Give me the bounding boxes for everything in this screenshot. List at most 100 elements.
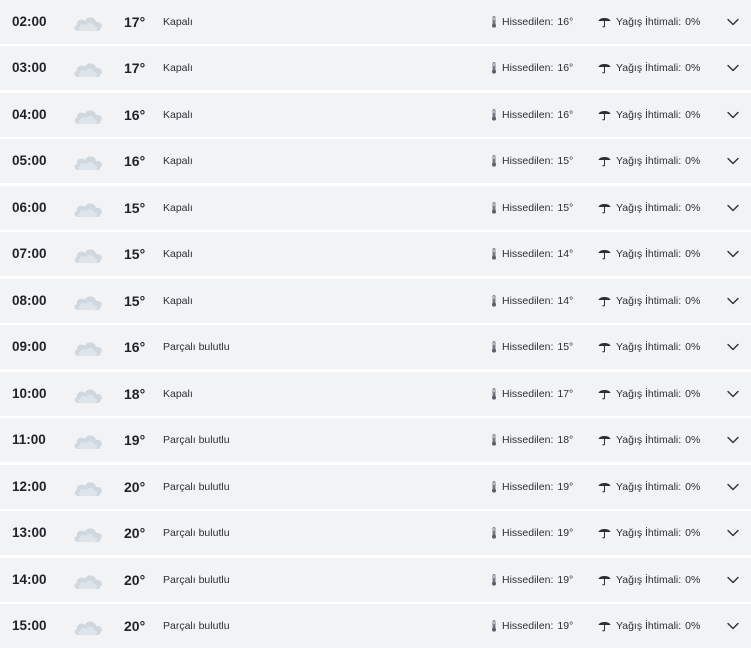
feels-like: Hissedilen: 19° <box>491 511 573 555</box>
hour-time: 06:00 <box>12 200 47 215</box>
cloud-icon <box>74 296 102 310</box>
umbrella-icon <box>598 622 611 632</box>
feels-like-label: Hissedilen: <box>502 109 554 121</box>
umbrella-icon <box>598 529 611 539</box>
umbrella-icon <box>598 204 611 214</box>
hour-temperature: 16° <box>124 153 146 169</box>
thermometer-icon <box>492 341 496 353</box>
hour-temperature: 19° <box>124 432 146 448</box>
chevron-down-icon[interactable] <box>726 573 740 587</box>
chevron-down-icon[interactable] <box>726 15 740 29</box>
hourly-forecast-list: 02:00 17° Kapalı Hissedilen: 16° Yağış İ… <box>0 0 751 648</box>
hourly-row[interactable]: 10:00 18° Kapalı Hissedilen: 17° Yağış İ… <box>0 372 751 416</box>
rain-chance-label: Yağış İhtimali: <box>616 155 682 167</box>
rain-chance-value: 0% <box>685 202 701 214</box>
hour-time: 08:00 <box>12 293 47 308</box>
chevron-down-icon[interactable] <box>726 247 740 261</box>
hourly-row[interactable]: 14:00 20° Parçalı bulutlu Hissedilen: 19° <box>0 558 751 602</box>
chevron-down-icon[interactable] <box>726 340 740 354</box>
hourly-row[interactable]: 15:00 20° Parçalı bulutlu Hissedilen: 19° <box>0 604 751 648</box>
cloud-icon <box>74 482 102 496</box>
feels-like-label: Hissedilen: <box>502 481 554 493</box>
hour-time: 05:00 <box>12 153 47 168</box>
feels-like-label: Hissedilen: <box>502 62 554 74</box>
rain-chance-value: 0% <box>685 434 701 446</box>
feels-like-value: 16° <box>557 16 574 28</box>
rain-chance-label: Yağış İhtimali: <box>616 434 682 446</box>
hourly-row[interactable]: 03:00 17° Kapalı Hissedilen: 16° Yağış İ… <box>0 46 751 90</box>
rain-chance-label: Yağış İhtimali: <box>616 16 682 28</box>
hourly-row[interactable]: 09:00 16° Parçalı bulutlu Hissedilen: 15° <box>0 325 751 369</box>
hour-condition: Kapalı <box>163 388 193 400</box>
rain-chance-value: 0% <box>685 620 701 632</box>
thermometer-icon <box>492 248 496 260</box>
rain-chance-value: 0% <box>685 109 701 121</box>
rain-chance: Yağış İhtimali: 0% <box>598 418 700 462</box>
hourly-row[interactable]: 04:00 16° Kapalı Hissedilen: 16° Yağış İ… <box>0 93 751 137</box>
rain-chance: Yağış İhtimali: 0% <box>598 558 700 602</box>
cloud-icon <box>74 156 102 170</box>
chevron-down-icon[interactable] <box>726 526 740 540</box>
rain-chance-label: Yağış İhtimali: <box>616 62 682 74</box>
chevron-down-icon[interactable] <box>726 433 740 447</box>
hour-time: 15:00 <box>12 618 47 633</box>
umbrella-icon <box>598 64 611 74</box>
rain-chance-label: Yağış İhtimali: <box>616 481 682 493</box>
feels-like: Hissedilen: 17° <box>491 372 573 416</box>
rain-chance: Yağış İhtimali: 0% <box>598 604 700 648</box>
hour-time: 02:00 <box>12 14 47 29</box>
chevron-down-icon[interactable] <box>726 387 740 401</box>
hour-time: 14:00 <box>12 572 47 587</box>
rain-chance-value: 0% <box>685 341 701 353</box>
chevron-down-icon[interactable] <box>726 61 740 75</box>
feels-like-label: Hissedilen: <box>502 434 554 446</box>
chevron-down-icon[interactable] <box>726 619 740 633</box>
thermometer-icon <box>492 155 496 167</box>
rain-chance-label: Yağış İhtimali: <box>616 202 682 214</box>
hour-condition: Kapalı <box>163 248 193 260</box>
hour-temperature: 17° <box>124 14 146 30</box>
hour-condition: Kapalı <box>163 16 193 28</box>
feels-like-value: 14° <box>557 295 574 307</box>
chevron-down-icon[interactable] <box>726 201 740 215</box>
hourly-row[interactable]: 13:00 20° Parçalı bulutlu Hissedilen: 19° <box>0 511 751 555</box>
hourly-row[interactable]: 07:00 15° Kapalı Hissedilen: 14° Yağış İ… <box>0 232 751 276</box>
feels-like-label: Hissedilen: <box>502 202 554 214</box>
cloud-icon <box>74 63 102 77</box>
hourly-row[interactable]: 11:00 19° Parçalı bulutlu Hissedilen: 18° <box>0 418 751 462</box>
thermometer-icon <box>492 202 496 214</box>
feels-like: Hissedilen: 14° <box>491 232 573 276</box>
hourly-row[interactable]: 05:00 16° Kapalı Hissedilen: 15° Yağış İ… <box>0 139 751 183</box>
hour-temperature: 18° <box>124 386 146 402</box>
chevron-down-icon[interactable] <box>726 108 740 122</box>
feels-like-label: Hissedilen: <box>502 620 554 632</box>
hour-time: 10:00 <box>12 386 47 401</box>
hour-condition: Parçalı bulutlu <box>163 620 230 632</box>
chevron-down-icon[interactable] <box>726 480 740 494</box>
umbrella-icon <box>598 390 611 400</box>
hourly-row[interactable]: 08:00 15° Kapalı Hissedilen: 14° Yağış İ… <box>0 279 751 323</box>
rain-chance: Yağış İhtimali: 0% <box>598 465 700 509</box>
rain-chance-label: Yağış İhtimali: <box>616 574 682 586</box>
cloud-icon <box>74 110 102 124</box>
feels-like-value: 18° <box>557 434 574 446</box>
rain-chance: Yağış İhtimali: 0% <box>598 93 700 137</box>
feels-like-value: 19° <box>557 481 574 493</box>
hourly-row[interactable]: 12:00 20° Parçalı bulutlu Hissedilen: 19° <box>0 465 751 509</box>
chevron-down-icon[interactable] <box>726 294 740 308</box>
hourly-row[interactable]: 06:00 15° Kapalı Hissedilen: 15° Yağış İ… <box>0 186 751 230</box>
feels-like: Hissedilen: 19° <box>491 558 573 602</box>
hourly-row[interactable]: 02:00 17° Kapalı Hissedilen: 16° Yağış İ… <box>0 0 751 44</box>
rain-chance-label: Yağış İhtimali: <box>616 109 682 121</box>
feels-like-value: 16° <box>557 109 574 121</box>
hour-temperature: 20° <box>124 618 146 634</box>
thermometer-icon <box>492 620 496 632</box>
rain-chance-value: 0% <box>685 295 701 307</box>
hour-temperature: 15° <box>124 293 146 309</box>
thermometer-icon <box>492 574 496 586</box>
hour-time: 09:00 <box>12 339 47 354</box>
chevron-down-icon[interactable] <box>726 154 740 168</box>
feels-like-value: 19° <box>557 620 574 632</box>
feels-like: Hissedilen: 16° <box>491 46 573 90</box>
rain-chance: Yağış İhtimali: 0% <box>598 232 700 276</box>
